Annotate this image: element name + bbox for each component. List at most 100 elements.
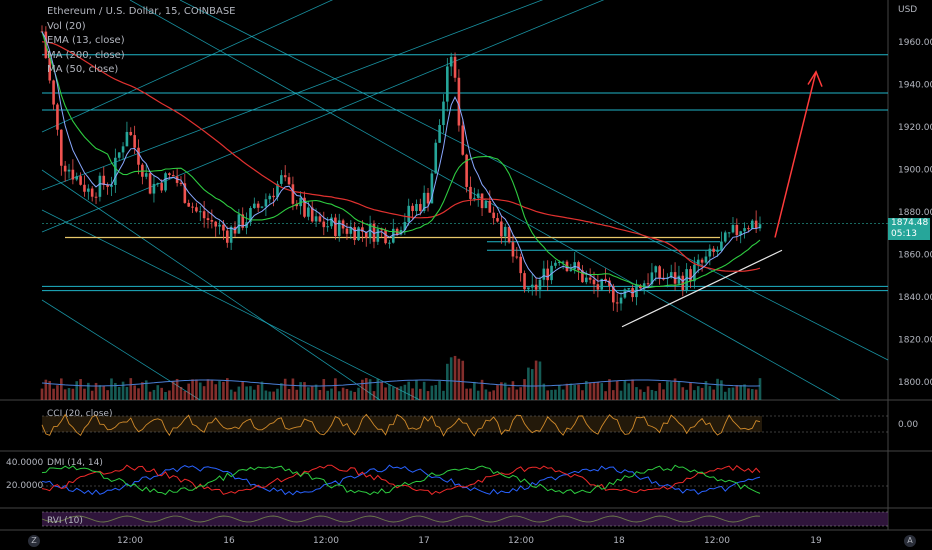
last-price: 1874.48 [891,218,929,228]
volume-bar [615,380,619,400]
legend-ma200: MA (200, close) [47,49,125,61]
candle-body [453,56,457,78]
candle-body [507,226,511,243]
volume-bar [245,386,248,400]
volume-bar [222,381,225,400]
y-tick-label: 1920.00 [898,123,932,133]
volume-bar [750,389,754,400]
volume-bar [110,378,113,400]
volume-bar [650,389,654,400]
projection-arrowhead [807,70,823,87]
y-tick-label: 1940.00 [898,81,932,91]
volume-bar [720,380,723,400]
volume-bar [465,388,468,400]
volume-bar [623,380,627,400]
candle-body [461,125,465,155]
cci-label: CCI (20, close) [47,409,113,419]
candle-body [125,131,129,147]
volume-bar [388,384,391,400]
candle-body [750,220,754,229]
volume-bar [449,357,453,400]
legend-ma50: MA (50, close) [47,64,119,75]
candle-body [384,230,387,244]
candle-body [287,177,291,185]
volume-bar [353,391,356,400]
volume-bar [310,386,314,400]
legend-vol: Vol (20) [47,20,86,32]
volume-bar [731,387,735,400]
candle-body [681,275,685,291]
volume-bar [79,379,82,400]
volume-bar [569,383,573,400]
volume-bar [129,378,133,400]
volume-bar [202,386,206,400]
candle-body [133,135,136,148]
volume-bar [627,383,631,400]
volume-bar [349,390,353,400]
candle-body [654,266,658,273]
candle-body [523,273,526,290]
volume-bar [195,379,198,400]
volume-bar [415,379,418,400]
volume-bar [60,378,63,400]
volume-bar [739,385,742,400]
volume-bar [419,388,422,400]
volume-bar [646,386,650,400]
volume-bar [642,391,646,400]
volume-bar [241,381,245,400]
candle-body [60,129,63,166]
volume-bar [384,387,387,400]
volume-bar [106,390,109,400]
volume-bar [700,387,704,400]
volume-bar [75,381,79,400]
volume-bar [696,386,700,400]
volume-bar [40,388,44,400]
volume-bar [345,388,349,400]
volume-bar [473,381,476,400]
volume-bar [758,378,762,400]
volume-bar [708,386,712,400]
volume-bar [492,390,495,400]
candle-body [264,199,268,207]
volume-bar [280,383,283,400]
candle-body [260,206,264,208]
candle-body [307,207,310,217]
auto-scale-icon[interactable]: A [904,535,916,547]
candle-body [210,220,214,222]
volume-ma-line [41,379,761,387]
candle-body [627,288,631,290]
volume-bar [442,390,445,400]
volume-bar [426,391,430,400]
candle-body [646,283,650,285]
zoom-icon[interactable]: Z [28,535,40,547]
volume-bar [253,389,256,400]
candle-body [754,220,758,229]
candle-body [268,195,272,200]
volume-bar [530,369,534,400]
candle-body [503,226,507,237]
volume-bar [291,378,295,400]
volume-bar [372,391,376,400]
volume-bar [754,389,758,400]
candle-body [121,146,125,153]
candle-body [67,169,71,172]
volume-bar [685,389,688,400]
volume-bar [179,386,183,400]
price-chart[interactable]: 1960.00 1940.00 1920.00 1900.00 1880.00 1860.… [0,0,932,550]
volume-bar [600,383,604,400]
volume-bar [52,388,55,400]
channel-line [41,169,381,401]
volume-bar [318,390,322,400]
volume-bar [565,383,569,400]
candle-body [519,256,522,274]
candle-body [712,248,715,252]
candle-body [434,142,438,174]
volume-bar [561,389,565,400]
candle-body [554,262,557,266]
bar-countdown: 05:13 [891,229,917,239]
volume-bar [727,387,731,400]
candle-body [546,268,549,281]
volume-bar [214,384,218,400]
volume-bar [573,384,577,400]
x-tick-label: 12:00 [313,536,339,546]
